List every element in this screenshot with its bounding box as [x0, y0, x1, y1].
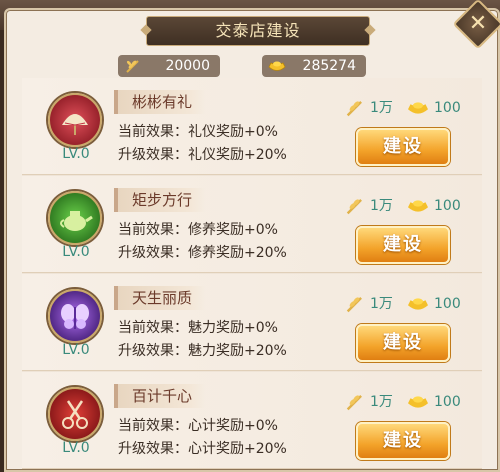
gold-ingot-icon — [408, 200, 428, 212]
upgrade-effect: 升级效果：心计奖励+20% — [118, 441, 287, 457]
close-icon: ✕ — [468, 11, 488, 36]
butterfly-icon — [48, 289, 102, 343]
gold-ingot-icon — [408, 396, 428, 408]
upgrade-effect: 升级效果：礼仪奖励+20% — [118, 147, 287, 163]
gold-value: 285274 — [302, 58, 356, 74]
list-item: LV.0 矩步方行 当前效果：修养奖励+0% 升级效果：修养奖励+20% 1万 … — [22, 176, 482, 273]
wheat-icon — [346, 297, 362, 313]
build-button[interactable]: 建设 — [356, 324, 450, 362]
grain-counter: 20000 — [118, 55, 220, 77]
list-item: LV.0 彬彬有礼 当前效果：礼仪奖励+0% 升级效果：礼仪奖励+20% 1万 … — [22, 78, 482, 175]
cost-gold: 100 — [434, 198, 461, 214]
item-name: 矩步方行 — [114, 188, 207, 212]
item-name: 天生丽质 — [114, 286, 207, 310]
building-list[interactable]: LV.0 彬彬有礼 当前效果：礼仪奖励+0% 升级效果：礼仪奖励+20% 1万 … — [22, 78, 482, 469]
level-label: LV.0 — [62, 342, 90, 358]
build-button[interactable]: 建设 — [356, 128, 450, 166]
panel-title: 交泰店建设 — [146, 16, 370, 46]
cost-grain: 1万 — [370, 198, 393, 214]
fan-icon — [48, 93, 102, 147]
wheat-icon — [346, 395, 362, 411]
item-name: 彬彬有礼 — [114, 90, 207, 114]
upgrade-effect: 升级效果：魅力奖励+20% — [118, 343, 287, 359]
current-effect: 当前效果：心计奖励+0% — [118, 418, 278, 434]
list-item: LV.0 天生丽质 当前效果：魅力奖励+0% 升级效果：魅力奖励+20% 1万 … — [22, 274, 482, 371]
build-button[interactable]: 建设 — [356, 226, 450, 264]
cost-gold: 100 — [434, 100, 461, 116]
gold-ingot-icon — [268, 61, 286, 71]
cost-grain: 1万 — [370, 296, 393, 312]
wheat-icon — [346, 199, 362, 215]
current-effect: 当前效果：魅力奖励+0% — [118, 320, 278, 336]
upgrade-effect: 升级效果：修养奖励+20% — [118, 245, 287, 261]
teapot-icon — [48, 191, 102, 245]
cost-grain: 1万 — [370, 100, 393, 116]
build-button[interactable]: 建设 — [356, 422, 450, 460]
cost-grain: 1万 — [370, 394, 393, 410]
item-name: 百计千心 — [114, 384, 207, 408]
gold-ingot-icon — [408, 298, 428, 310]
level-label: LV.0 — [62, 440, 90, 456]
cost-gold: 100 — [434, 296, 461, 312]
current-effect: 当前效果：修养奖励+0% — [118, 222, 278, 238]
grain-value: 20000 — [165, 58, 210, 74]
gold-ingot-icon — [408, 102, 428, 114]
close-button[interactable]: ✕ — [452, 0, 500, 50]
level-label: LV.0 — [62, 146, 90, 162]
list-item: LV.0 百计千心 当前效果：心计奖励+0% 升级效果：心计奖励+20% 1万 … — [22, 372, 482, 469]
scissors-icon — [48, 387, 102, 441]
level-label: LV.0 — [62, 244, 90, 260]
wheat-icon — [126, 60, 139, 73]
current-effect: 当前效果：礼仪奖励+0% — [118, 124, 278, 140]
gold-counter: 285274 — [262, 55, 366, 77]
wheat-icon — [346, 101, 362, 117]
cost-gold: 100 — [434, 394, 461, 410]
